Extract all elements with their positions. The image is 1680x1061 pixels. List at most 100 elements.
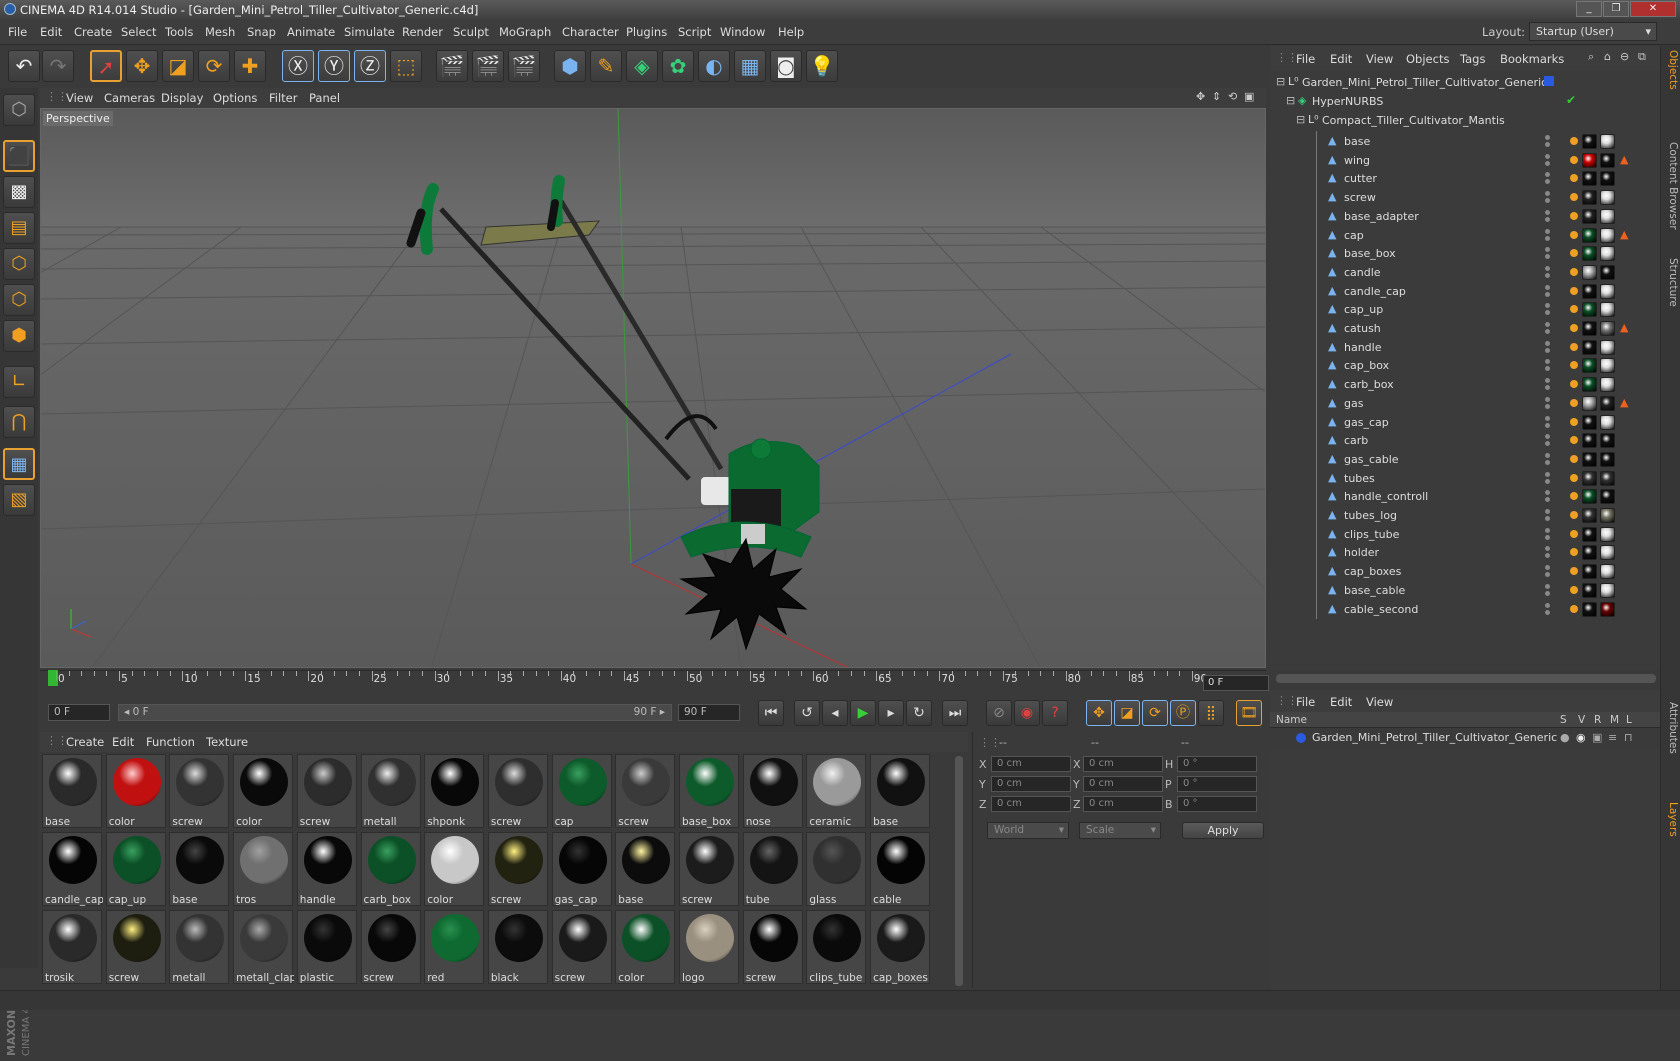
render-visibility-dot[interactable] — [1545, 478, 1550, 484]
material-swatch[interactable]: candle_cap — [42, 832, 103, 906]
render-visibility-dot[interactable] — [1545, 329, 1550, 334]
add-deformer-button[interactable]: ◐ — [698, 50, 730, 82]
objects-horizontal-scrollbar[interactable] — [1276, 674, 1656, 683]
play-button[interactable]: ▶ — [850, 700, 876, 726]
texture-tag[interactable] — [1600, 302, 1615, 318]
layer-col-locked[interactable]: L — [1626, 714, 1632, 726]
move-tool-button[interactable]: ✥ — [126, 50, 158, 82]
editor-visibility-dot[interactable] — [1545, 247, 1550, 253]
make-editable-button[interactable]: ⬡ — [3, 94, 35, 126]
y-axis-lock-button[interactable]: Ⓨ — [318, 50, 350, 82]
render-picture-viewer-button[interactable]: 🎬 — [472, 50, 504, 82]
phong-tag-icon[interactable] — [1570, 137, 1578, 145]
material-swatch[interactable]: color — [615, 910, 676, 984]
layer-manager-icon[interactable]: ≡ — [1608, 731, 1617, 744]
phong-tag-icon[interactable] — [1570, 361, 1578, 370]
material-tag[interactable] — [1582, 152, 1597, 168]
menu-render[interactable]: Render — [402, 25, 443, 39]
size-x-field[interactable]: 0 cm — [1083, 756, 1163, 772]
material-tag[interactable] — [1582, 470, 1597, 486]
object-row[interactable]: ▲ cap_boxes — [1270, 561, 1660, 582]
material-menu-edit[interactable]: Edit — [112, 735, 134, 749]
material-swatch[interactable]: shponk — [424, 754, 485, 828]
object-row[interactable]: ▲ screw — [1270, 187, 1660, 208]
material-tag[interactable] — [1582, 190, 1597, 206]
render-visibility-dot[interactable] — [1545, 347, 1550, 353]
material-swatch[interactable]: screw — [487, 754, 548, 828]
object-row[interactable]: ▲ carb_box — [1270, 374, 1660, 395]
editor-visibility-dot[interactable] — [1545, 396, 1550, 402]
layer-col-view[interactable]: V — [1578, 714, 1585, 726]
tab-layers[interactable]: Layers — [1663, 802, 1679, 837]
add-array-button[interactable]: ✿ — [662, 50, 694, 82]
add-spline-button[interactable]: ✎ — [590, 50, 622, 82]
editor-visibility-dot[interactable] — [1545, 303, 1550, 309]
material-swatch[interactable]: carb_box — [360, 832, 421, 906]
texture-tag[interactable] — [1600, 358, 1615, 374]
material-swatch[interactable]: plastic — [296, 910, 357, 984]
menu-mograph[interactable]: MoGraph — [499, 25, 551, 39]
phong-tag-icon[interactable] — [1570, 454, 1578, 463]
object-row[interactable]: ▲ gas ▲ — [1270, 392, 1660, 413]
menu-script[interactable]: Script — [678, 25, 711, 39]
phong-tag-icon[interactable] — [1570, 267, 1578, 276]
render-visibility-dot[interactable] — [1545, 590, 1550, 596]
viewport-maximize-icon[interactable]: ▣ — [1244, 90, 1254, 103]
layer-solo-icon[interactable]: ● — [1560, 731, 1570, 744]
editor-visibility-dot[interactable] — [1545, 471, 1550, 477]
render-view-button[interactable]: 🎬 — [436, 50, 468, 82]
material-tag[interactable] — [1582, 451, 1597, 467]
material-tag[interactable] — [1582, 339, 1597, 355]
go-to-start-button[interactable]: ⏮ — [758, 700, 784, 726]
object-row[interactable]: ▲ gas_cable — [1270, 448, 1660, 469]
rot-p-field[interactable]: 0 ° — [1177, 776, 1257, 792]
workplane-lock-button[interactable]: ▦ — [3, 448, 35, 480]
phong-tag-icon[interactable] — [1570, 492, 1578, 501]
editor-visibility-dot[interactable] — [1545, 191, 1550, 197]
apply-button[interactable]: Apply — [1182, 822, 1264, 839]
viewport-dolly-icon[interactable]: ⇕ — [1212, 90, 1221, 103]
recent-tool-button[interactable]: ✚ — [234, 50, 266, 82]
material-tag[interactable] — [1582, 508, 1597, 523]
render-visibility-dot[interactable] — [1545, 235, 1550, 241]
z-axis-lock-button[interactable]: Ⓩ — [354, 50, 386, 82]
object-row[interactable]: ▲ handle_controll — [1270, 486, 1660, 507]
menu-file[interactable]: File — [8, 25, 27, 39]
objects-menu-view[interactable]: View — [1366, 52, 1393, 66]
editor-visibility-dot[interactable] — [1545, 172, 1550, 178]
edges-mode-button[interactable]: ⬡ — [3, 284, 35, 316]
menu-select[interactable]: Select — [121, 25, 156, 39]
search-icon[interactable]: ⌕ — [1588, 50, 1594, 64]
menu-window[interactable]: Window — [720, 25, 765, 39]
live-selection-button[interactable]: ➚ — [90, 50, 122, 82]
editor-visibility-dot[interactable] — [1545, 359, 1550, 365]
material-swatch[interactable]: base — [42, 754, 102, 828]
material-swatch[interactable]: screw — [679, 832, 739, 906]
viewport-menu-cameras[interactable]: Cameras — [104, 91, 155, 105]
texture-tag[interactable] — [1600, 451, 1615, 467]
render-visibility-dot[interactable] — [1545, 142, 1550, 147]
rot-b-field[interactable]: 0 ° — [1177, 796, 1257, 812]
record-keys-button[interactable]: ⊘ — [986, 700, 1012, 726]
perspective-viewport[interactable]: Perspective — [40, 108, 1266, 668]
phong-tag-icon[interactable] — [1570, 604, 1578, 613]
editor-visibility-dot[interactable] — [1545, 378, 1550, 384]
material-swatch[interactable]: base_box — [679, 754, 739, 828]
viewport-menu-view[interactable]: View — [66, 91, 93, 105]
object-row[interactable]: ▲ cable_second — [1270, 598, 1660, 619]
texture-tag[interactable] — [1600, 208, 1615, 224]
workplane-mode-button[interactable]: ▤ — [3, 212, 35, 244]
render-settings-button[interactable]: 🎬 — [508, 50, 540, 82]
tab-structure[interactable]: Structure — [1663, 258, 1679, 307]
material-swatch[interactable]: clips_tube — [806, 910, 867, 984]
minimize-button[interactable]: _ — [1576, 1, 1602, 17]
material-swatch[interactable]: screw — [551, 910, 612, 984]
texture-tag[interactable] — [1600, 339, 1615, 355]
render-visibility-dot[interactable] — [1545, 179, 1550, 185]
render-visibility-dot[interactable] — [1545, 403, 1550, 409]
menu-create[interactable]: Create — [74, 25, 112, 39]
render-visibility-dot[interactable] — [1545, 366, 1550, 372]
checkmark-icon[interactable]: ✔ — [1566, 93, 1576, 107]
layers-menu-file[interactable]: File — [1296, 695, 1315, 709]
object-row[interactable]: ▲ carb — [1270, 430, 1660, 451]
